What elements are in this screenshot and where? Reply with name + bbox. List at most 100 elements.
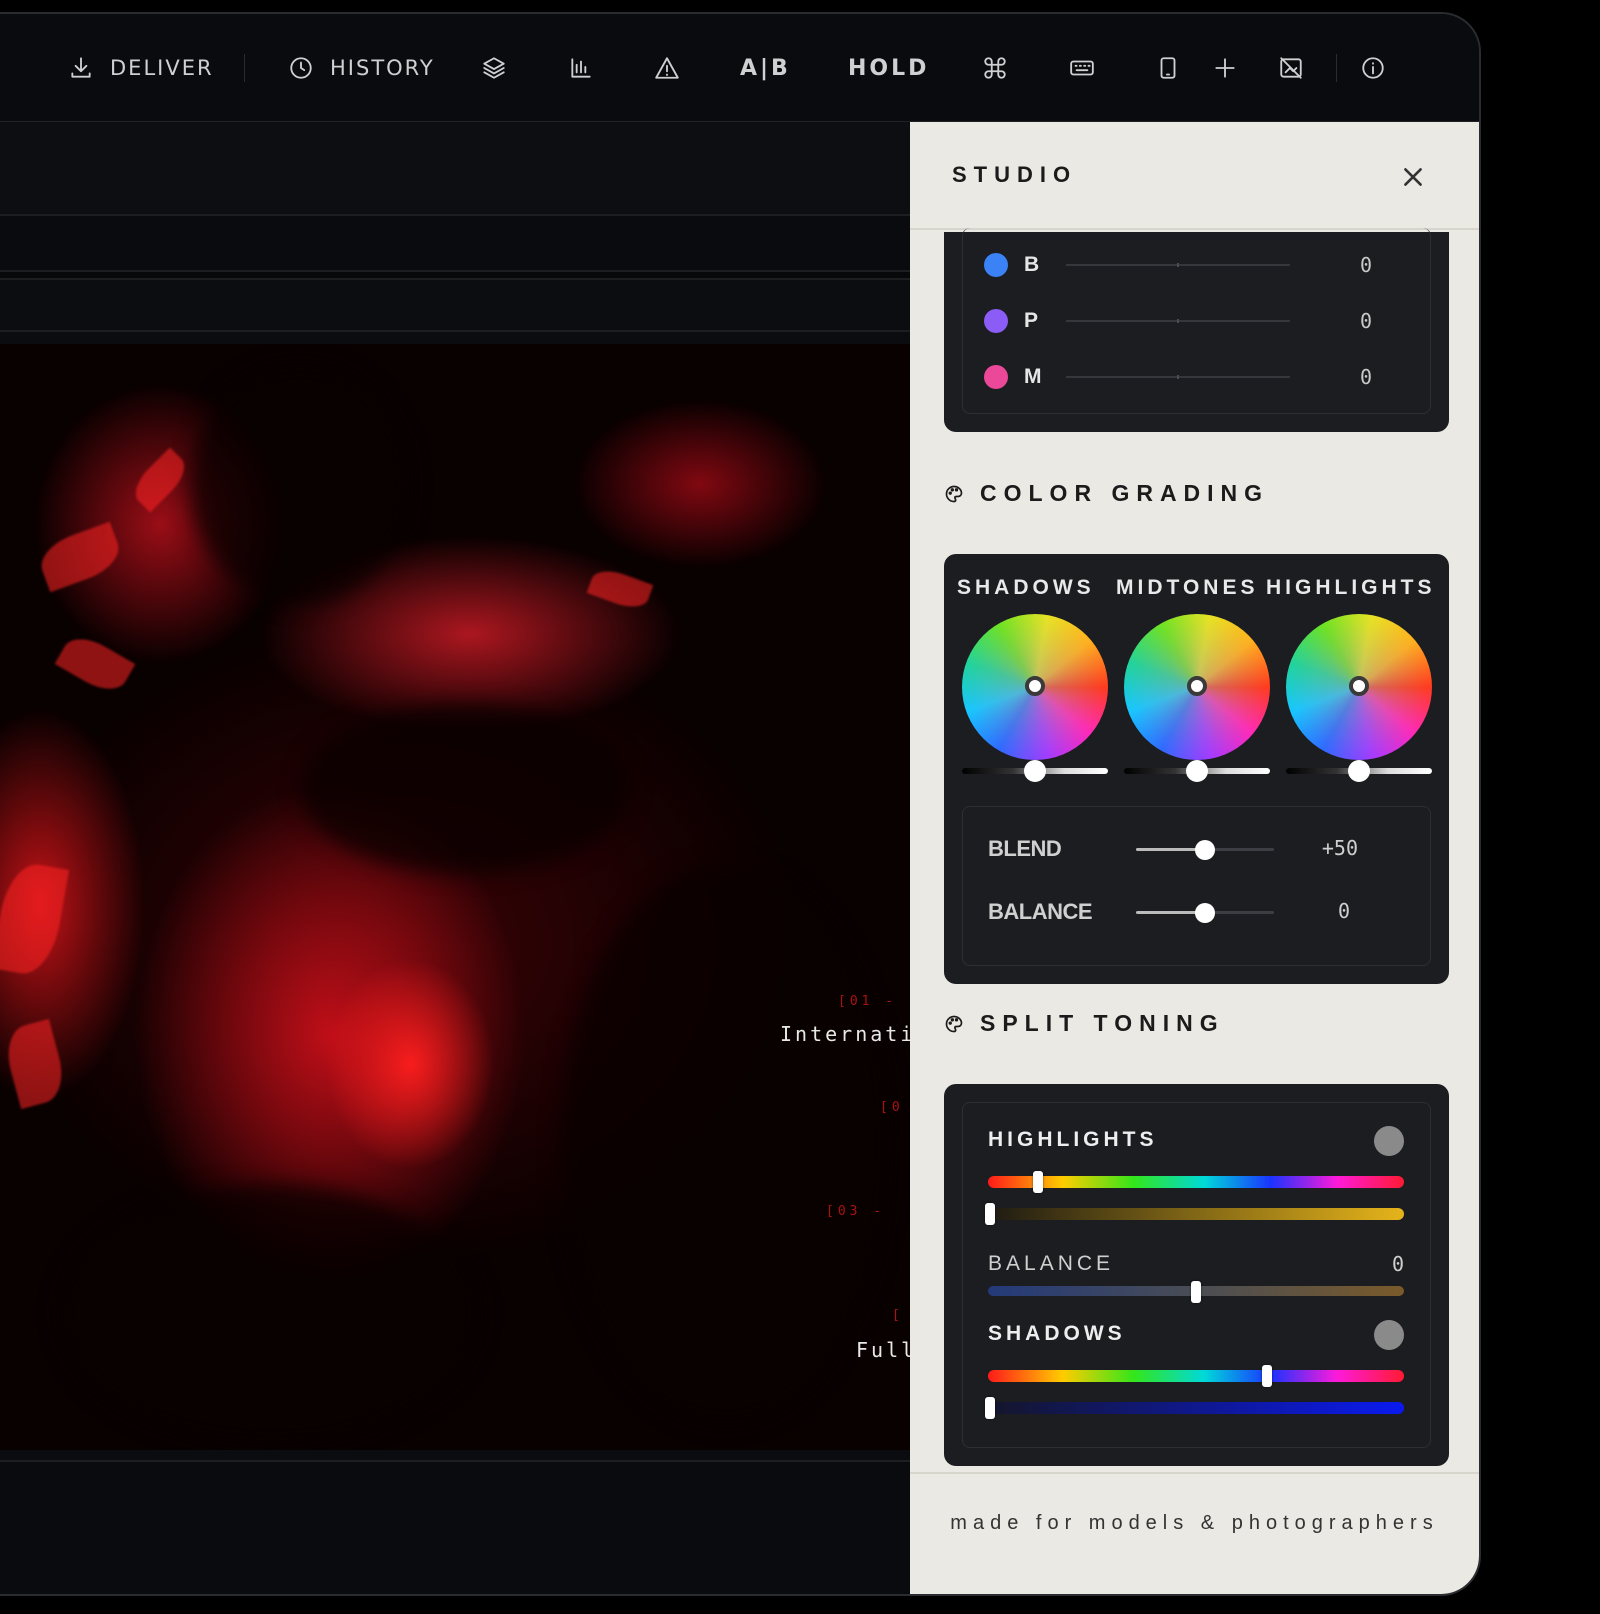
clock-icon <box>290 57 312 79</box>
slider-thumb[interactable] <box>1195 903 1215 923</box>
keyboard-icon <box>1070 60 1094 76</box>
warning-icon <box>655 57 679 79</box>
slider-thumb[interactable] <box>1191 1281 1201 1303</box>
shadows-saturation-slider[interactable] <box>985 1397 1404 1419</box>
hsl-value: 0 <box>1359 253 1372 277</box>
image-off-icon <box>1280 57 1302 79</box>
lower-shadow <box>60 1184 480 1444</box>
shadows-color-wheel[interactable] <box>962 614 1108 760</box>
info-button[interactable] <box>1360 50 1386 86</box>
midtones-luminance-slider[interactable] <box>1124 760 1270 782</box>
shadows-luminance-slider[interactable] <box>962 760 1108 782</box>
slider-thumb[interactable] <box>1024 760 1046 782</box>
blend-balance-box <box>962 806 1431 966</box>
command-button[interactable] <box>982 50 1008 86</box>
grading-balance-slider[interactable] <box>1136 903 1274 923</box>
close-icon <box>1404 168 1422 186</box>
close-button[interactable] <box>1400 164 1426 190</box>
hair-shadow <box>300 704 630 874</box>
hsl-slider[interactable] <box>1066 375 1290 379</box>
blend-label: BLEND <box>988 836 1062 861</box>
highlights-label: HIGHLIGHTS <box>988 1128 1158 1151</box>
history-button[interactable]: HISTORY <box>288 50 435 86</box>
hsl-slider[interactable] <box>1066 319 1290 323</box>
grading-balance-row: BALANCE 0 <box>988 897 1388 927</box>
balance-label: BALANCE <box>988 899 1093 924</box>
info-icon <box>1362 57 1384 79</box>
hsl-value: 0 <box>1359 365 1372 389</box>
balance-label: BALANCE <box>988 1252 1115 1275</box>
deliver-label: DELIVER <box>110 56 214 80</box>
shadows-label: SHADOWS <box>988 1322 1126 1345</box>
hide-image-button[interactable] <box>1278 50 1304 86</box>
overlay-tag: [ <box>892 1308 904 1323</box>
hsl-letter: P <box>1024 309 1039 332</box>
leaf-shape <box>0 1018 70 1110</box>
background-shadow <box>560 864 890 1424</box>
add-button[interactable] <box>1212 50 1238 86</box>
ab-compare-button[interactable]: A|B <box>740 50 791 86</box>
highlights-color-wheel[interactable] <box>1286 614 1432 760</box>
studio-panel: STUDIO B 0 P 0 M 0 COLOR GRADING SHADOWS… <box>910 122 1479 1594</box>
layers-icon <box>483 57 505 79</box>
foliage-shadow <box>190 364 410 604</box>
ab-label: A|B <box>740 55 791 81</box>
hsl-letter: B <box>1024 253 1040 276</box>
highlights-color-swatch[interactable] <box>1374 1126 1404 1156</box>
hsl-row-purple[interactable]: P 0 <box>984 306 1404 336</box>
slider-thumb[interactable] <box>1261 1365 1272 1387</box>
top-toolbar: DELIVER HISTORY A|B HOLD <box>0 14 1479 122</box>
split-balance-slider[interactable] <box>988 1281 1404 1303</box>
workspace-info-band <box>0 280 910 332</box>
blend-slider[interactable] <box>1136 840 1274 860</box>
app-window: DELIVER HISTORY A|B HOLD [01 - Internat … <box>0 12 1481 1596</box>
slider-thumb[interactable] <box>1195 840 1215 860</box>
toolbar-divider <box>244 54 245 82</box>
wheel-knob[interactable] <box>1025 676 1045 696</box>
wheel-knob[interactable] <box>1187 676 1207 696</box>
slider-thumb[interactable] <box>1348 760 1370 782</box>
slider-thumb[interactable] <box>985 1397 995 1419</box>
download-icon <box>71 57 91 78</box>
balance-value: 0 <box>1391 1252 1404 1276</box>
overlay-caption: Full <box>856 1338 910 1362</box>
shadows-hue-slider[interactable] <box>988 1365 1404 1387</box>
midtones-color-wheel[interactable] <box>1124 614 1270 760</box>
hold-button[interactable]: HOLD <box>848 50 929 86</box>
slider-thumb[interactable] <box>1186 760 1208 782</box>
slider-thumb[interactable] <box>985 1203 995 1225</box>
overlay-tag: [01 - <box>838 994 898 1009</box>
split-toning-card: HIGHLIGHTS BALANCE 0 SHADOWS <box>944 1084 1449 1466</box>
photo-preview[interactable]: [01 - Internatio [0 [03 - [ Full <box>0 344 910 1450</box>
leaf-shape <box>0 859 70 979</box>
phone-icon <box>1160 57 1176 79</box>
slider-thumb[interactable] <box>1032 1171 1043 1193</box>
color-dot <box>984 309 1008 333</box>
deliver-button[interactable]: DELIVER <box>68 50 214 86</box>
studio-header: STUDIO <box>910 122 1479 230</box>
hsl-row-magenta[interactable]: M 0 <box>984 362 1404 392</box>
highlights-hue-slider[interactable] <box>988 1171 1404 1193</box>
keyboard-shortcuts-button[interactable] <box>1069 50 1095 86</box>
wheel-label-midtones: MIDTONES <box>1116 576 1259 599</box>
color-grading-title: COLOR GRADING <box>980 480 1270 506</box>
wheel-knob[interactable] <box>1349 676 1369 696</box>
highlights-saturation-slider[interactable] <box>985 1203 1404 1225</box>
overlay-caption: Internatio <box>780 1022 910 1046</box>
hsl-letter: M <box>1024 365 1042 388</box>
mobile-preview-button[interactable] <box>1155 50 1181 86</box>
leaf-shape <box>127 447 193 513</box>
hold-label: HOLD <box>848 55 930 81</box>
hsl-value: 0 <box>1359 309 1372 333</box>
split-toning-heading: SPLIT TONING <box>944 1010 1225 1037</box>
layers-button[interactable] <box>481 50 507 86</box>
histogram-button[interactable] <box>568 50 594 86</box>
highlights-luminance-slider[interactable] <box>1286 760 1432 782</box>
hsl-row-blue[interactable]: B 0 <box>984 250 1404 280</box>
color-grading-heading: COLOR GRADING <box>944 480 1269 507</box>
hsl-slider[interactable] <box>1066 263 1290 267</box>
wheel-label-shadows: SHADOWS <box>957 576 1095 599</box>
clipping-warning-button[interactable] <box>654 50 680 86</box>
shadows-color-swatch[interactable] <box>1374 1320 1404 1350</box>
workspace-footer <box>0 1460 910 1594</box>
